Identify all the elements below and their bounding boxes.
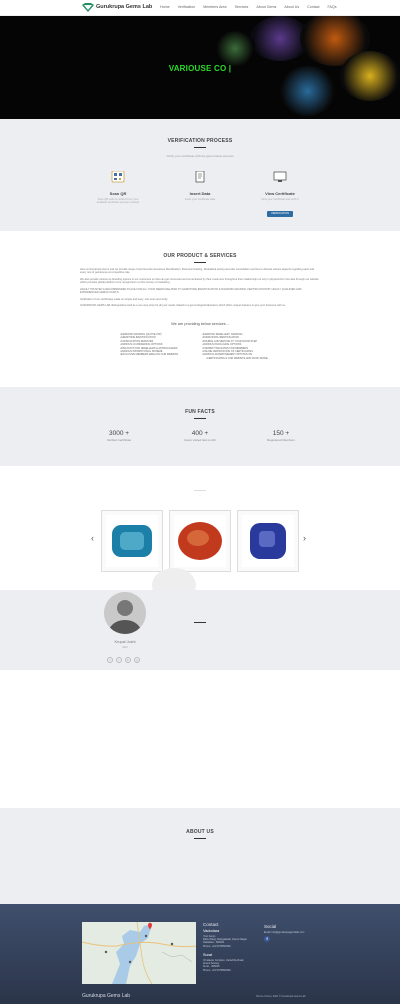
brand-logo-icon[interactable] [82, 3, 94, 12]
verification-section: VERIFICATION PROCESS Verify your certifi… [0, 119, 400, 231]
hero-banner: VARIOUSE CO | [0, 16, 400, 119]
footer-address-1: Your Gems Rahul Marg, Mangalwadi, Jhansi… [203, 935, 247, 948]
services-list-left: DIAMOND GRADING (QUOTE-IOP) GEMSTONE IDE… [120, 333, 178, 357]
hero-title: VARIOUSE CO | [168, 64, 232, 73]
step-title: View Certificate [265, 191, 295, 196]
document-edit-icon [195, 170, 205, 183]
team-section [0, 590, 400, 670]
footer-links[interactable]: Terms of Use | 2021 © Gurukrupa Gems Lab [256, 995, 306, 998]
fact-users-visited: 400 + Users visited last month [160, 430, 240, 442]
step-description: available certificate and gem website [96, 201, 140, 205]
step-scan-qr: Scan QR Scan QR code to redirect from yo… [83, 170, 153, 205]
section-divider [194, 838, 206, 839]
nav-link-verification[interactable]: Verification [178, 5, 196, 9]
gem-card[interactable] [101, 510, 163, 572]
paragraph: GURUKRUPA GEMS LAB distinguishes itself … [80, 304, 286, 307]
gem-card[interactable] [237, 510, 299, 572]
person-icon [104, 592, 146, 634]
step-description: View your Certificate and verify it [261, 198, 299, 201]
nav-link-about-us[interactable]: About Us [284, 5, 299, 9]
fact-number: 150 + [272, 430, 290, 437]
top-navbar: Gurukrupa Gems Lab Home Verification Mem… [0, 0, 400, 16]
services-intro: We are providing below services... [171, 322, 229, 326]
facebook-icon[interactable]: f [264, 936, 270, 942]
map-image [82, 922, 196, 984]
footer-city-1: Vadodara [203, 929, 220, 933]
step-view-certificate: View Certificate View your Certificate a… [245, 171, 315, 219]
footer-city-2: Surat [203, 953, 213, 957]
step-title: Insert Data [189, 191, 211, 196]
team-member-name: Krupal Joshi [114, 640, 136, 644]
paragraph: Verification of our certificates made so… [80, 298, 168, 301]
team-member-role: CEO [122, 646, 128, 649]
linkedin-icon[interactable]: in [125, 657, 131, 663]
fact-number: 400 + [191, 430, 209, 437]
section-subtitle: Verify your certificate with the given b… [166, 154, 234, 158]
monitor-icon [273, 171, 287, 182]
facebook-icon[interactable]: f [107, 657, 113, 663]
fact-label: Registered Members [267, 438, 295, 442]
location-map[interactable] [82, 922, 196, 984]
gem-image-blue-zircon [112, 525, 152, 557]
section-divider [194, 490, 206, 491]
footer-address-2: Vrindavan Complex, Varachha Road, Anand … [203, 959, 244, 972]
paragraph: Here at Gurukrupa Gems Lab we provide ra… [80, 268, 314, 275]
main-menu: Home Verification Members Area Services … [160, 5, 345, 9]
hero-gem-image [280, 66, 335, 116]
footer [0, 904, 400, 1004]
paragraph: HIGHLY TRUSTED & RECOMMENDED PLACE FOR A… [80, 288, 302, 295]
section-divider [194, 622, 206, 623]
footer-social-title: Social [264, 924, 277, 929]
qr-scan-icon [111, 170, 125, 183]
paragraph: We also provide various co-branding opti… [80, 278, 319, 285]
fun-facts-section: FUN FACTS 3000 + Verified Certificate 40… [0, 387, 400, 466]
fact-label: Users visited last month [184, 438, 216, 442]
twitter-icon[interactable]: t [116, 657, 122, 663]
fact-label: Verified Certificate [106, 438, 132, 442]
section-divider [194, 262, 206, 263]
gem-card[interactable] [169, 510, 231, 572]
team-member-socials: f t in g [107, 657, 140, 663]
section-title: ABOUT US [186, 829, 214, 835]
gems-carousel-section: ‹ › [0, 466, 400, 602]
section-title: VERIFICATION PROCESS [167, 138, 233, 144]
nav-link-members-area[interactable]: Members Area [203, 5, 226, 9]
nav-link-faqs[interactable]: FAQs [328, 5, 337, 9]
section-title: OUR PRODUCT & SERVICES [163, 253, 237, 259]
footer-email[interactable]: Email: info@gurukrupagemslab.com [264, 931, 304, 934]
footer-contact-title: Contact [203, 922, 219, 927]
section-divider [194, 418, 206, 419]
service-item: CERTIFICATES & OUR WEBSITE AND MUCH MORE… [202, 357, 270, 360]
empty-section [0, 670, 400, 808]
section-title: FUN FACTS [185, 409, 215, 415]
address-line: Phone: +91 9375991998 [203, 944, 231, 948]
carousel-prev-icon[interactable]: ‹ [91, 533, 94, 543]
address-line: Phone: +91 9375991998 [203, 968, 231, 972]
verification-button[interactable]: VERIFICATION [267, 210, 293, 217]
step-description: Insert your Certificate data [184, 198, 216, 201]
products-section: OUR PRODUCT & SERVICES Here at Gurukrupa… [0, 231, 400, 387]
about-us-section: ABOUT US [0, 808, 400, 904]
service-item: EXCLUSIVE MEMBERS AREA ON OUR WEBSITE [120, 353, 178, 356]
hero-gem-image [215, 31, 255, 66]
step-title: Scan QR [109, 191, 127, 196]
nav-link-home[interactable]: Home [160, 5, 170, 9]
gem-image-blue-sapphire [250, 523, 286, 559]
footer-brand[interactable]: Gurukrupa Gems Lab [82, 993, 130, 999]
nav-link-about-gems[interactable]: About Gems [256, 5, 276, 9]
services-list-right: DIAMOND JEWELLERY GRADING RUDRAKSHA IDEN… [202, 333, 270, 360]
brand-name[interactable]: Gurukrupa Gems Lab [96, 4, 152, 10]
fact-registered-members: 150 + Registered Members [241, 430, 321, 442]
fact-verified-certificate: 3000 + Verified Certificate [79, 430, 159, 442]
gem-image-hessonite [178, 522, 222, 560]
nav-link-contact[interactable]: Contact [307, 5, 319, 9]
google-plus-icon[interactable]: g [134, 657, 140, 663]
carousel-next-icon[interactable]: › [303, 533, 306, 543]
nav-link-services[interactable]: Services [235, 5, 249, 9]
team-member-avatar [104, 592, 146, 634]
step-insert-data: Insert Data Insert your Certificate data [165, 170, 235, 201]
fact-number: 3000 + [108, 430, 130, 437]
hero-gem-image [340, 51, 400, 101]
section-divider [194, 147, 206, 148]
